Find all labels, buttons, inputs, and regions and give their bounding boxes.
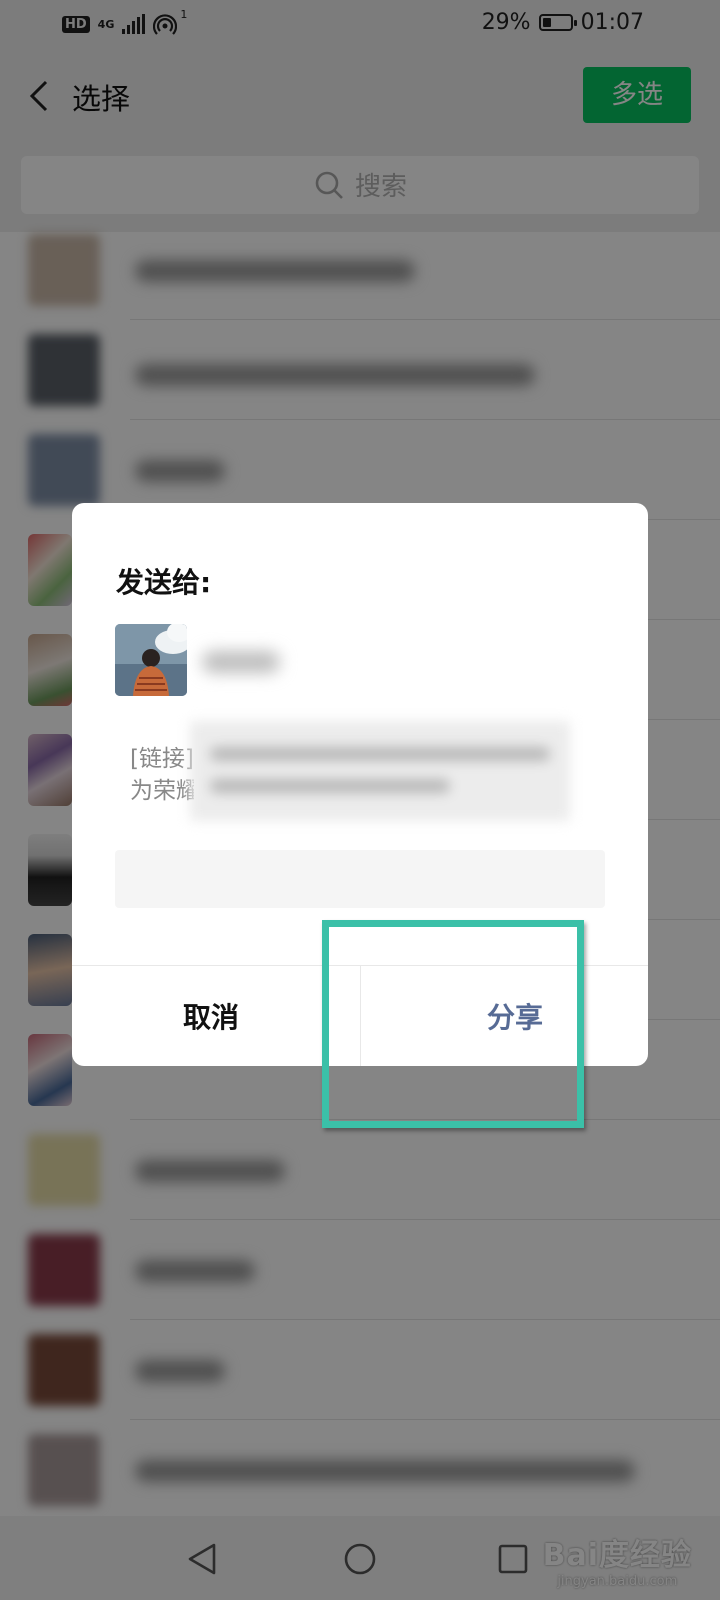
message-input[interactable] (115, 850, 605, 908)
cancel-button[interactable]: 取消 (72, 966, 360, 1066)
link-preview-redacted (190, 721, 570, 821)
recipient-avatar (115, 624, 187, 696)
link-preview-text: [链接] 为荣耀 (130, 746, 194, 804)
share-highlight-box (322, 920, 584, 1128)
dialog-title: 发送给: (116, 566, 212, 599)
recipient-name-redacted (202, 651, 280, 673)
